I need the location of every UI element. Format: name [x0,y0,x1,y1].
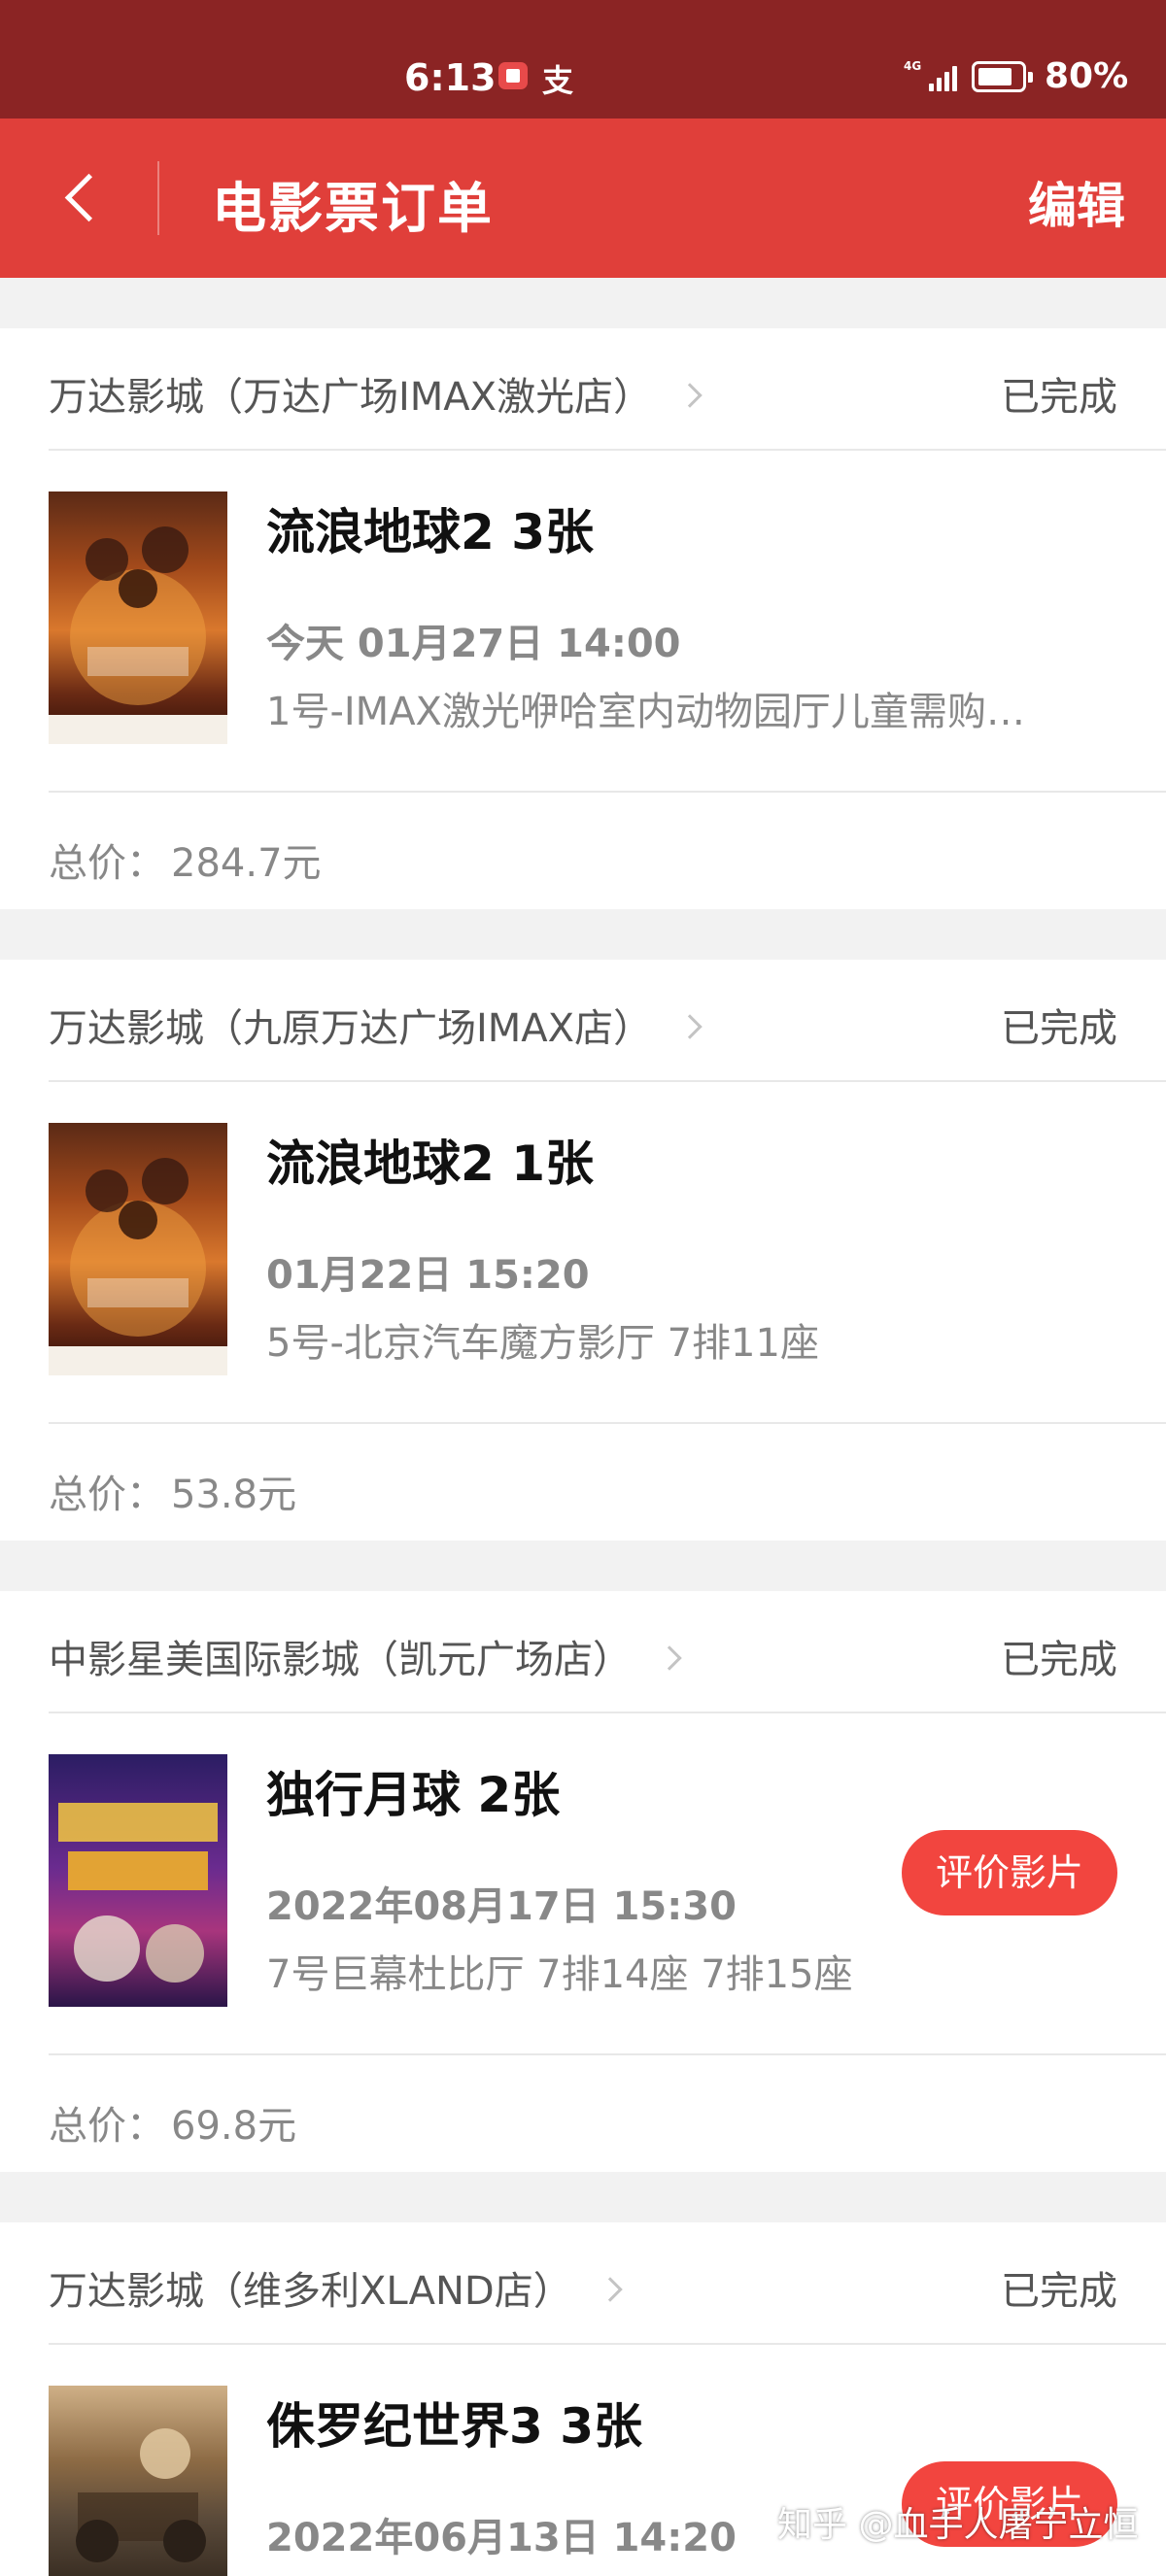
divider [49,1712,1166,1713]
status-bar: 6:13 支 4G 80% [0,0,1166,119]
show-time: 01月22日 15:20 [266,1253,590,1298]
chevron-right-icon [597,2277,623,2302]
review-movie-button[interactable]: 评价影片 [902,1830,1117,1915]
divider [49,2053,1166,2055]
alipay-icon: 支 [542,62,574,99]
cinema-name: 中影星美国际影城（凯元广场店） [49,1628,682,1684]
divider [49,791,1166,793]
movie-title: 流浪地球2 3张 [266,504,594,560]
hall-seat: 5号-北京汽车魔方影厅 7排11座 [266,1321,819,1366]
order-total: 总价： 284.7元 [49,841,322,886]
order-status: 已完成 [1001,1638,1117,1682]
hall-seat: 1号-IMAX激光咿哈室内动物园厅儿童需购… [266,690,1025,734]
chevron-right-icon [677,1014,703,1039]
show-time: 2022年08月17日 15:30 [266,1884,737,1929]
book-app-icon [498,62,528,89]
cinema-link[interactable]: 万达影城（九原万达广场IMAX店） 已完成 [0,960,1166,1080]
divider [49,2343,1166,2345]
signal-icon: 4G [904,56,962,95]
chevron-right-icon [657,1645,682,1671]
divider [49,449,1166,451]
hall-seat: 7号巨幕杜比厅 7排14座 7排15座 [266,1952,853,1997]
order-card[interactable]: 万达影城（九原万达广场IMAX店） 已完成 流浪地球2 1张 01月22日 15… [0,960,1166,1541]
wandering-earth-2-poster [49,1123,227,1375]
movie-title: 侏罗纪世界3 3张 [266,2398,642,2455]
edit-button[interactable]: 编辑 [1028,167,1125,237]
show-time: 今天 01月27日 14:00 [266,622,681,666]
order-total: 总价： 69.8元 [49,2104,297,2149]
wandering-earth-2-poster [49,491,227,744]
cinema-name: 万达影城（万达广场IMAX激光店） [49,365,703,422]
order-status: 已完成 [1001,1006,1117,1051]
nav-bar: 电影票订单 编辑 [0,119,1166,278]
cinema-name: 万达影城（维多利XLAND店） [49,2259,623,2316]
nav-divider [157,161,159,235]
divider [49,1080,1166,1082]
moon-man-poster [49,1754,227,2007]
cinema-link[interactable]: 万达影城（万达广场IMAX激光店） 已完成 [0,328,1166,449]
status-time: 6:13 [404,56,497,99]
chevron-right-icon [677,383,703,408]
order-status: 已完成 [1001,375,1117,420]
jurassic-world-3-poster [49,2386,227,2576]
watermark: 知乎 @血手人屠宁立恒 [777,2505,1139,2545]
cinema-link[interactable]: 中影星美国际影城（凯元广场店） 已完成 [0,1591,1166,1712]
page-title: 电影票订单 [212,178,494,241]
back-button[interactable] [58,171,113,225]
battery-icon [972,61,1033,92]
order-card[interactable]: 万达影城（万达广场IMAX激光店） 已完成 流浪地球2 3张 今天 01月27日… [0,328,1166,909]
network-type: 4G [904,59,922,73]
order-status: 已完成 [1001,2269,1117,2314]
cinema-link[interactable]: 万达影城（维多利XLAND店） 已完成 [0,2222,1166,2343]
cinema-name: 万达影城（九原万达广场IMAX店） [49,997,703,1053]
movie-title: 流浪地球2 1张 [266,1135,594,1192]
movie-title: 独行月球 2张 [266,1767,561,1823]
battery-percent: 80% [1045,56,1129,96]
order-total: 总价： 53.8元 [49,1473,297,1517]
show-time: 2022年06月13日 14:20 [266,2516,737,2560]
order-card[interactable]: 中影星美国际影城（凯元广场店） 已完成 独行月球 2张 2022年08月17日 … [0,1591,1166,2172]
divider [49,1422,1166,1424]
